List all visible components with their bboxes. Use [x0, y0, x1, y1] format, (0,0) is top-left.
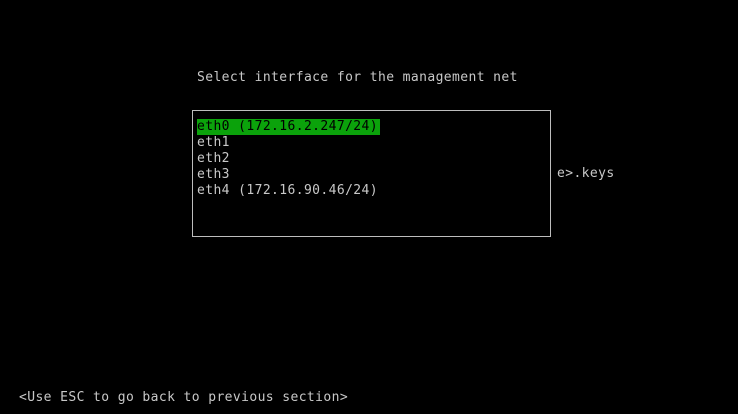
interface-option-eth2[interactable]: eth2: [197, 151, 232, 167]
interface-option-eth0[interactable]: eth0 (172.16.2.247/24): [197, 119, 380, 135]
footer-hint: <Use ESC to go back to previous section>: [19, 390, 349, 405]
interface-option-eth4[interactable]: eth4 (172.16.90.46/24): [197, 183, 380, 199]
interface-option-eth3[interactable]: eth3: [197, 167, 232, 183]
interface-option-eth1[interactable]: eth1: [197, 135, 232, 151]
dialog-title: Select interface for the management net: [197, 70, 518, 85]
interface-list[interactable]: eth0 (172.16.2.247/24) eth1 eth2 eth3 et…: [192, 110, 551, 237]
keys-hint-fragment: e>.keys: [557, 166, 615, 181]
